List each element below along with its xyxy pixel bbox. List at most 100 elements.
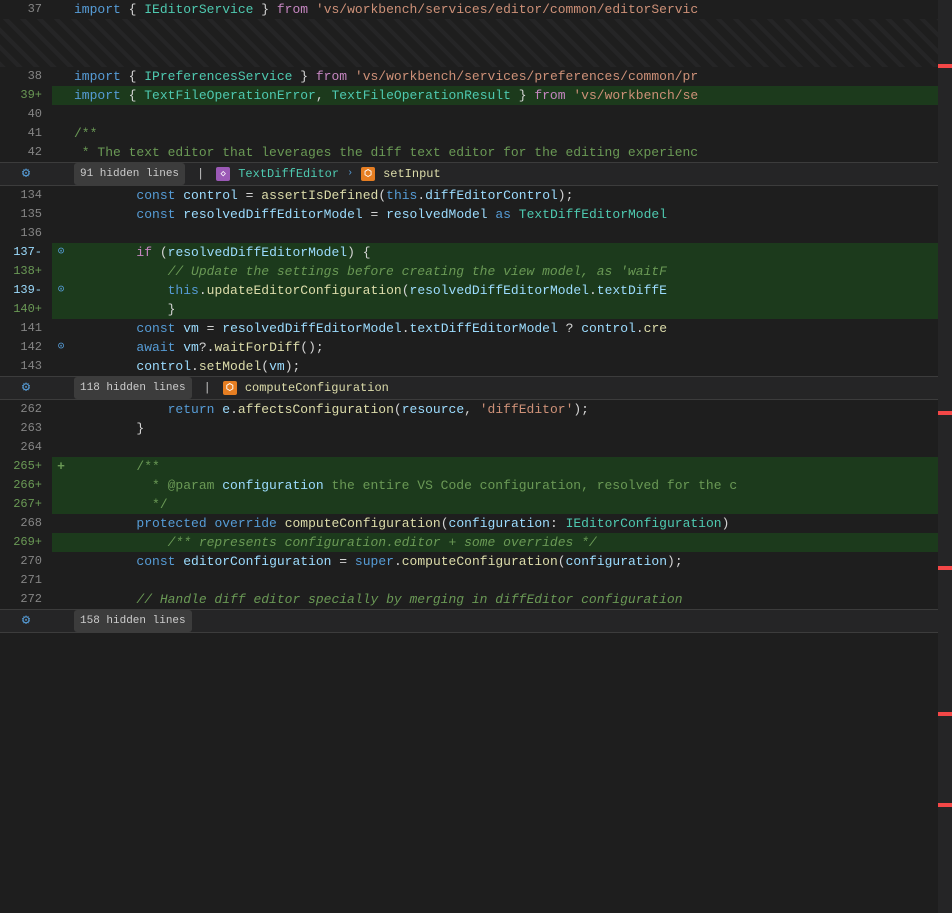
code-line-42: 42 * The text editor that leverages the …: [0, 143, 952, 162]
line-gutter-141: [52, 319, 70, 338]
class-name-1: TextDiffEditor: [238, 163, 339, 185]
line-gutter-270: [52, 552, 70, 571]
line-content-140: }: [70, 300, 952, 319]
hidden-separator-2[interactable]: ⚙ 118 hidden lines | ⬡ computeConfigurat…: [0, 376, 952, 400]
line-gutter-268: [52, 514, 70, 533]
code-line-40: 40: [0, 105, 952, 124]
line-number-268: 268: [0, 514, 52, 533]
line-content-263: }: [70, 419, 952, 438]
line-gutter-42: [52, 143, 70, 162]
code-line-266: 266+ * @param configuration the entire V…: [0, 476, 952, 495]
line-number-40: 40: [0, 105, 52, 124]
line-number-143: 143: [0, 357, 52, 376]
line-content-268: protected override computeConfiguration(…: [70, 514, 952, 533]
line-number-267: 267+: [0, 495, 52, 514]
code-line-38: 38 import { IPreferencesService } from '…: [0, 67, 952, 86]
line-content-37: import { IEditorService } from 'vs/workb…: [70, 0, 952, 19]
scrollbar-marker-4: [938, 712, 952, 716]
func-icon-2: ⬡: [223, 381, 237, 395]
line-gutter-142: ⊙: [52, 338, 70, 357]
line-number-271: 271: [0, 571, 52, 590]
sep-text-1: 91 hidden lines | ◇ TextDiffEditor › ⬡ s…: [70, 163, 441, 185]
line-content-142: await vm?.waitForDiff();: [70, 338, 952, 357]
line-content-267: */: [70, 495, 952, 514]
line-content-134: const control = assertIsDefined(this.dif…: [70, 186, 952, 205]
scrollbar-marker-5: [938, 803, 952, 807]
line-number-134: 134: [0, 186, 52, 205]
code-line-141: 141 const vm = resolvedDiffEditorModel.t…: [0, 319, 952, 338]
code-line-41: 41 /**: [0, 124, 952, 143]
line-number-264: 264: [0, 438, 52, 457]
scrollbar[interactable]: [938, 0, 952, 913]
code-line-139: 139- ⊙ this.updateEditorConfiguration(re…: [0, 281, 952, 300]
line-content-143: control.setModel(vm);: [70, 357, 952, 376]
line-gutter-37: [52, 0, 70, 19]
line-gutter-266: [52, 476, 70, 495]
line-number-141: 141: [0, 319, 52, 338]
code-line-272: 272 // Handle diff editor specially by m…: [0, 590, 952, 609]
line-gutter-272: [52, 590, 70, 609]
line-number-39: 39+: [0, 86, 52, 105]
code-line-271: 271: [0, 571, 952, 590]
line-gutter-262: [52, 400, 70, 419]
line-content-264: [70, 438, 952, 457]
scrollbar-marker-2: [938, 411, 952, 415]
code-line-263: 263 }: [0, 419, 952, 438]
editor-container: 37 import { IEditorService } from 'vs/wo…: [0, 0, 952, 913]
line-content-40: [70, 105, 952, 124]
line-number-263: 263: [0, 419, 52, 438]
line-gutter-138: [52, 262, 70, 281]
hidden-count-3: 158 hidden lines: [74, 610, 192, 632]
line-gutter-136: [52, 224, 70, 243]
line-gutter-134: [52, 186, 70, 205]
line-content-41: /**: [70, 124, 952, 143]
hidden-count-1: 91 hidden lines: [74, 163, 185, 185]
code-line-264: 264: [0, 438, 952, 457]
line-number-137: 137-: [0, 243, 52, 262]
hidden-separator-1[interactable]: ⚙ 91 hidden lines | ◇ TextDiffEditor › ⬡…: [0, 162, 952, 186]
line-content-136: [70, 224, 952, 243]
line-number-42: 42: [0, 143, 52, 162]
code-line-268: 268 protected override computeConfigurat…: [0, 514, 952, 533]
line-gutter-41: [52, 124, 70, 143]
line-content-42: * The text editor that leverages the dif…: [70, 143, 952, 162]
code-line-138: 138+ // Update the settings before creat…: [0, 262, 952, 281]
line-content-266: * @param configuration the entire VS Cod…: [70, 476, 952, 495]
line-gutter-143: [52, 357, 70, 376]
line-number-138: 138+: [0, 262, 52, 281]
line-number-266: 266+: [0, 476, 52, 495]
line-number-135: 135: [0, 205, 52, 224]
sep-arrow-1: ›: [347, 163, 353, 185]
line-number-41: 41: [0, 124, 52, 143]
hidden-count-2: 118 hidden lines: [74, 377, 192, 399]
code-line-37: 37 import { IEditorService } from 'vs/wo…: [0, 0, 952, 19]
line-gutter-267: [52, 495, 70, 514]
sep-icon-1: ⚙: [0, 163, 52, 185]
sep-icon-3: ⚙: [0, 610, 52, 632]
line-gutter-39: [52, 86, 70, 105]
line-gutter-269: [52, 533, 70, 552]
line-gutter-139: ⊙: [52, 281, 70, 300]
func-name-1: setInput: [383, 163, 441, 185]
code-line-269: 269+ /** represents configuration.editor…: [0, 533, 952, 552]
code-line-137: 137- ⊙ if (resolvedDiffEditorModel) {: [0, 243, 952, 262]
line-number-37: 37: [0, 0, 52, 19]
code-line-134: 134 const control = assertIsDefined(this…: [0, 186, 952, 205]
line-content-272: // Handle diff editor specially by mergi…: [70, 590, 952, 609]
line-gutter-137: ⊙: [52, 243, 70, 262]
code-line-265: 265+ + /**: [0, 457, 952, 476]
code-area[interactable]: 37 import { IEditorService } from 'vs/wo…: [0, 0, 952, 913]
line-content-270: const editorConfiguration = super.comput…: [70, 552, 952, 571]
line-gutter-271: [52, 571, 70, 590]
hidden-separator-3[interactable]: ⚙ 158 hidden lines: [0, 609, 952, 633]
line-content-137: if (resolvedDiffEditorModel) {: [70, 243, 952, 262]
sep-icon-2: ⚙: [0, 377, 52, 399]
class-icon-1: ◇: [216, 167, 230, 181]
sep-text-3: 158 hidden lines: [70, 610, 192, 632]
line-content-141: const vm = resolvedDiffEditorModel.textD…: [70, 319, 952, 338]
line-gutter-140: [52, 300, 70, 319]
striped-spacer: [0, 19, 952, 67]
func-icon-1: ⬡: [361, 167, 375, 181]
line-number-140: 140+: [0, 300, 52, 319]
line-content-38: import { IPreferencesService } from 'vs/…: [70, 67, 952, 86]
